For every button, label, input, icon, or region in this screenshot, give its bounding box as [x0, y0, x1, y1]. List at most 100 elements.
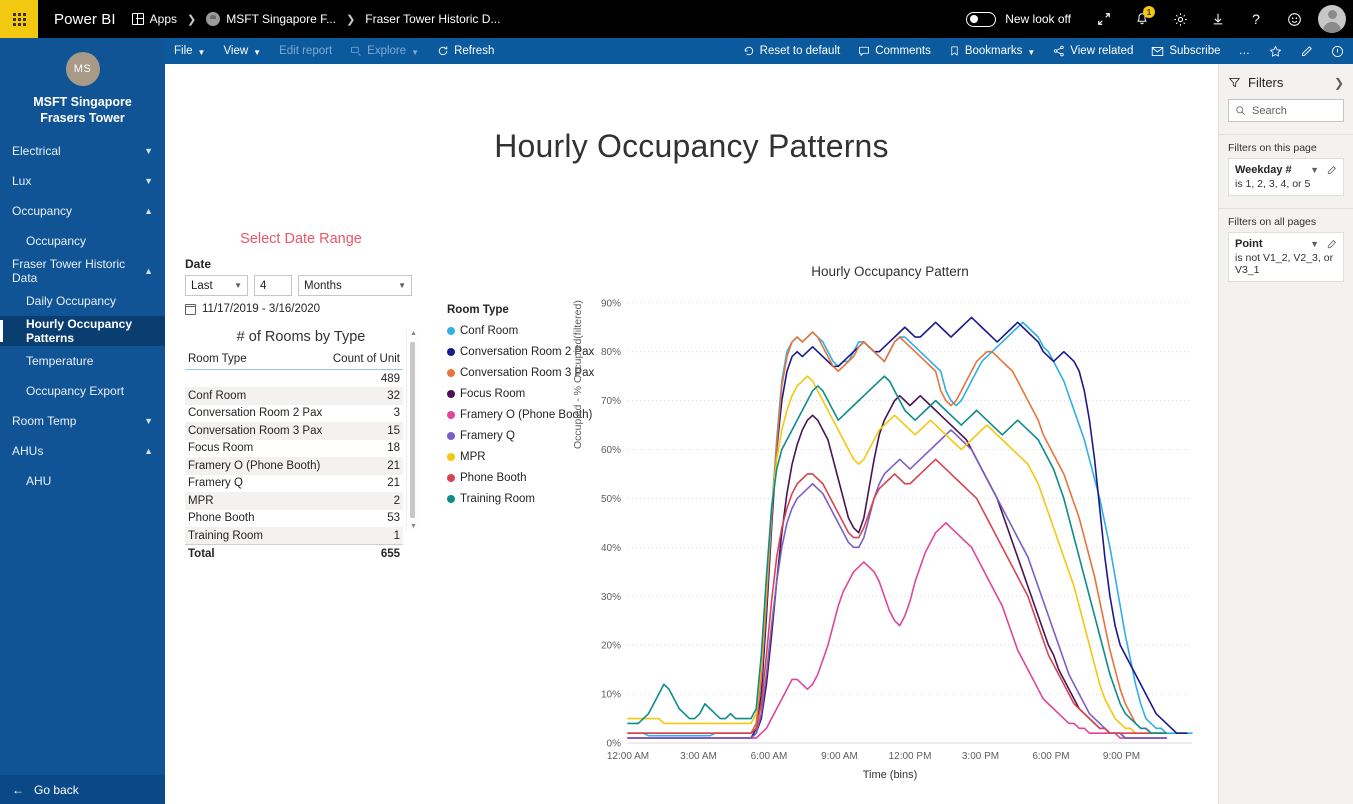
chart-plot-area[interactable]: 0%10%20%30%40%50%60%70%80%90%12:00 AM3:0… — [580, 283, 1200, 783]
range-unit-dropdown[interactable]: Months ▼ — [298, 275, 412, 296]
sidebar-item-occupancy-export[interactable]: Occupancy Export — [0, 376, 165, 406]
cell-room-type: Conversation Room 2 Pax — [185, 405, 328, 423]
chevron-down-icon: ▼ — [198, 48, 206, 57]
sidebar-item-occupancy-group[interactable]: Occupancy ▲ — [0, 196, 165, 226]
table-row[interactable]: Framery O (Phone Booth)21 — [185, 457, 403, 475]
scroll-down-icon[interactable]: ▼ — [410, 523, 417, 530]
column-header-room-type[interactable]: Room Type — [185, 351, 328, 370]
file-menu[interactable]: File ▼ — [165, 38, 214, 64]
notifications-button[interactable]: 1 — [1123, 0, 1161, 38]
sidebar-item-ahu[interactable]: AHU — [0, 466, 165, 496]
view-menu[interactable]: View ▼ — [214, 38, 270, 64]
chart-series-line[interactable] — [628, 317, 1187, 738]
chart-series-line[interactable] — [628, 332, 1166, 733]
avatar[interactable] — [1318, 5, 1346, 33]
clear-filter-icon[interactable] — [1327, 239, 1337, 249]
filter-card-point[interactable]: Point ▼ is not V1_2, V2_3, or V3_1 — [1228, 232, 1344, 282]
table-header-row: Room Type Count of Unit — [185, 351, 403, 370]
chart-y-axis-label: Occupied - % Occupied(filtered) — [572, 300, 584, 449]
filter-card-weekday[interactable]: Weekday # ▼ is 1, 2, 3, 4, or 5 — [1228, 158, 1344, 196]
brand-title[interactable]: Power BI — [38, 11, 130, 28]
edit-pencil-button[interactable] — [1291, 38, 1322, 64]
subscribe-button[interactable]: Subscribe — [1142, 38, 1229, 64]
view-related-button[interactable]: View related — [1044, 38, 1142, 64]
gear-icon — [1173, 12, 1188, 27]
collapse-filters-icon[interactable]: ❯ — [1334, 76, 1344, 90]
comments-button[interactable]: Comments — [849, 38, 940, 64]
breadcrumb-item-report[interactable]: Fraser Tower Historic D... — [363, 12, 502, 26]
workspace-header: MS MSFT Singapore Frasers Tower — [0, 38, 165, 136]
y-axis-tick-label: 90% — [601, 298, 621, 309]
breadcrumb-separator: ❯ — [338, 13, 363, 26]
favorite-button[interactable] — [1260, 38, 1291, 64]
chart-series-line[interactable] — [628, 376, 1166, 733]
fullscreen-button[interactable] — [1085, 0, 1123, 38]
breadcrumb-item-apps[interactable]: Apps — [130, 12, 179, 26]
table-row[interactable]: Conversation Room 3 Pax15 — [185, 422, 403, 440]
scrollbar-thumb[interactable] — [410, 342, 415, 518]
chevron-down-icon: ▼ — [398, 281, 406, 290]
breadcrumb: Apps ❯ MSFT Singapore F... ❯ Fraser Towe… — [130, 12, 503, 26]
column-header-count-of-unit[interactable]: Count of Unit — [328, 351, 403, 370]
chevron-down-icon[interactable]: ▼ — [1310, 165, 1319, 175]
settings-button[interactable] — [1161, 0, 1199, 38]
filter-card-controls: ▼ — [1310, 165, 1337, 175]
refresh-button[interactable]: Refresh — [428, 38, 503, 64]
new-look-toggle[interactable]: New look off — [956, 0, 1085, 38]
range-amount-input[interactable]: 4 — [254, 275, 292, 296]
table-scrollbar[interactable]: ▲ ▼ — [406, 329, 417, 531]
sidebar-item-lux[interactable]: Lux ▼ — [0, 166, 165, 196]
reset-to-default-button[interactable]: Reset to default — [734, 38, 850, 64]
x-axis-tick-label: 12:00 AM — [607, 751, 649, 762]
favorite-star-icon — [1269, 45, 1282, 58]
clear-filter-icon[interactable] — [1327, 165, 1337, 175]
legend-item[interactable]: Phone Booth — [447, 467, 597, 488]
filters-title: Filters — [1248, 75, 1283, 90]
app-launcher-icon[interactable] — [0, 0, 38, 38]
sidebar-item-fraser-tower-historic-data[interactable]: Fraser Tower Historic Data ▲ — [0, 256, 165, 286]
table-row[interactable]: Framery Q21 — [185, 475, 403, 493]
table-row[interactable]: Phone Booth53 — [185, 510, 403, 528]
sidebar-item-electrical[interactable]: Electrical ▼ — [0, 136, 165, 166]
table-row[interactable]: Training Room1 — [185, 527, 403, 545]
cell-count: 1 — [328, 527, 403, 545]
table-row[interactable]: Conversation Room 2 Pax3 — [185, 405, 403, 423]
info-button[interactable] — [1322, 38, 1353, 64]
bookmarks-button[interactable]: Bookmarks ▼ — [940, 38, 1044, 64]
legend-color-swatch — [447, 495, 455, 503]
scroll-up-icon[interactable]: ▲ — [410, 330, 417, 337]
chevron-down-icon[interactable]: ▼ — [1310, 239, 1319, 249]
table-row[interactable]: MPR2 — [185, 492, 403, 510]
table-row[interactable]: 489 — [185, 370, 403, 388]
cell-room-type: Framery Q — [185, 475, 328, 493]
table-row[interactable]: Conf Room32 — [185, 387, 403, 405]
sidebar-item-label: Room Temp — [12, 414, 76, 428]
sidebar-item-room-temp[interactable]: Room Temp ▼ — [0, 406, 165, 436]
table-row[interactable]: Focus Room18 — [185, 440, 403, 458]
workspace-name: MSFT Singapore Frasers Tower — [10, 94, 155, 126]
date-range-display: 11/17/2019 - 3/16/2020 — [185, 303, 417, 315]
sidebar-item-temperature[interactable]: Temperature — [0, 346, 165, 376]
sidebar-item-hourly-occupancy-patterns[interactable]: Hourly Occupancy Patterns — [0, 316, 165, 346]
download-button[interactable] — [1199, 0, 1237, 38]
sidebar-item-daily-occupancy[interactable]: Daily Occupancy — [0, 286, 165, 316]
relative-range-dropdown[interactable]: Last ▼ — [185, 275, 248, 296]
sidebar-item-occupancy[interactable]: Occupancy — [0, 226, 165, 256]
legend-item[interactable]: MPR — [447, 446, 597, 467]
help-button[interactable]: ? — [1237, 0, 1275, 38]
table-body: 489Conf Room32Conversation Room 2 Pax3Co… — [185, 370, 403, 545]
more-options-button[interactable]: … — [1230, 38, 1261, 64]
feedback-button[interactable] — [1275, 0, 1313, 38]
go-back-button[interactable]: ← Go back — [0, 775, 165, 804]
filters-search[interactable]: Search — [1228, 99, 1344, 122]
legend-item[interactable]: Training Room — [447, 488, 597, 509]
chart-series-line[interactable] — [628, 376, 1166, 733]
explore-label: Explore — [367, 45, 406, 57]
left-navigation: MS MSFT Singapore Frasers Tower Electric… — [0, 38, 165, 804]
cell-count: 2 — [328, 492, 403, 510]
breadcrumb-item-workspace[interactable]: MSFT Singapore F... — [204, 12, 338, 26]
chart-series-line[interactable] — [628, 322, 1192, 735]
y-axis-tick-label: 20% — [601, 641, 621, 652]
hourly-occupancy-chart: Hourly Occupancy Pattern Occupied - % Oc… — [580, 264, 1200, 804]
sidebar-item-ahus[interactable]: AHUs ▲ — [0, 436, 165, 466]
